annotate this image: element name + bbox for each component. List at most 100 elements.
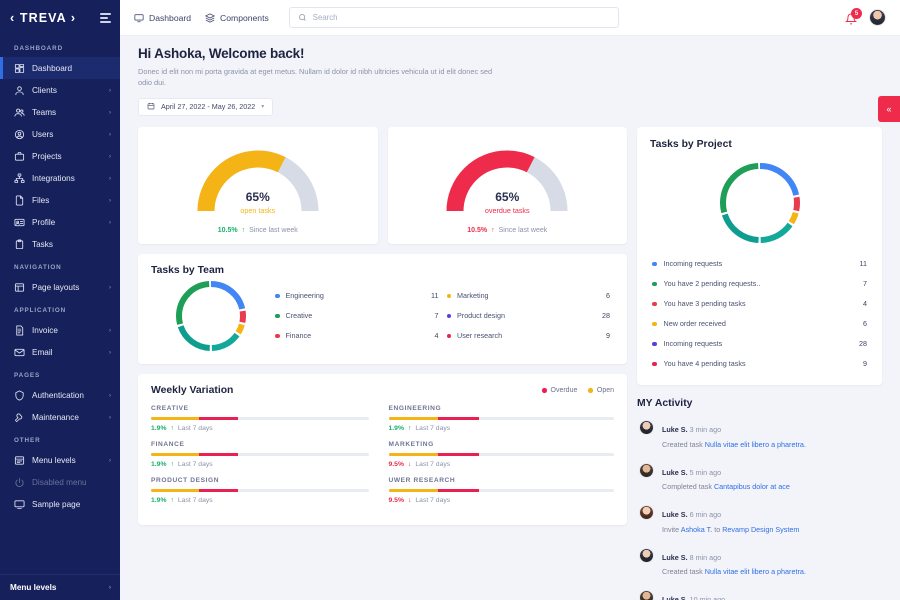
sidebar-caption-pages: PAGES [0,363,120,384]
activity-text: Luke S. 5 min ago Completed task Cantapib… [662,462,880,492]
activity-item[interactable]: Luke S. 6 min agoInvite Ashoka T. to Rev… [637,498,882,541]
legend-column-left: Engineering11Creative7Finance4 [275,286,443,346]
tasks-by-project-donut-chart [650,162,869,244]
weekly-progress-bar [389,489,615,492]
activity-link[interactable]: Ashoka T. [681,525,712,534]
weekly-legend-item: Open [588,387,614,394]
topbar-link-components[interactable]: Components [205,13,269,23]
activity-link[interactable]: Nulla vitae elit libero a pharetra. [705,440,806,449]
tasks-by-project-card: Tasks by Project Incoming requests11You … [637,127,882,385]
sidebar-item-authentication[interactable]: Authentication› [0,384,120,406]
sidebar-item-label: Sample page [32,500,111,509]
sidebar-item-tasks[interactable]: Tasks [0,233,120,255]
legend-label: You have 4 pending tasks [664,359,857,368]
bar-segment-overdue [199,489,238,492]
sidebar-toggle-icon[interactable] [100,13,111,23]
avatar[interactable] [869,9,886,26]
activity-time: 10 min ago [690,595,726,600]
activity-meta: Luke S. 8 min ago [662,553,721,562]
sidebar-item-label: Page layouts [32,283,102,292]
legend-label: Open [597,387,614,394]
sidebar-item-dashboard[interactable]: Dashboard [0,57,120,79]
legend-color-dot [652,262,657,267]
weekly-variation-card: Weekly Variation OverdueOpen CREATIVE1.9… [138,374,627,525]
chevron-right-icon: › [109,284,111,291]
legend-color-dot [588,388,593,393]
chevron-right-icon: › [109,109,111,116]
chevron-right-icon: › [109,414,111,421]
legend-label: Incoming requests [664,259,853,268]
weekly-item-period: Last 7 days [178,461,213,468]
search-box[interactable] [289,7,619,28]
trend-arrow-icon: ↓ [408,497,411,504]
sidebar-item-menu-levels[interactable]: Menu levels› [0,449,120,471]
sidebar-footer-menu-levels[interactable]: Menu levels › [0,574,120,600]
sidebar-item-clients[interactable]: Clients› [0,79,120,101]
bar-segment-open [389,453,439,456]
activity-link-2[interactable]: Revamp Design System [722,525,799,534]
weekly-variation-title: Weekly Variation [151,385,233,396]
activity-item[interactable]: Luke S. 10 min agoCompleted task Cantapi… [637,583,882,600]
avatar [639,420,654,435]
trend-arrow-icon: ↑ [171,425,174,432]
gauge-label: open tasks [189,206,327,215]
gauge-delta: 10.5% [218,227,238,234]
sidebar-caption-application: APPLICATION [0,298,120,319]
page-content: Hi Ashoka, Welcome back! Donec id elit n… [120,36,900,600]
sidebar-item-label: Clients [32,86,102,95]
legend-item: You have 3 pending tasks4 [650,294,869,314]
legend-value: 9 [606,331,610,340]
sidebar-item-files[interactable]: Files› [0,189,120,211]
activity-description: Completed task Cantapibus dolor at ace [662,482,880,491]
tasks-by-team-legend: Engineering11Creative7Finance4 Marketing… [271,286,614,346]
sidebar-item-profile[interactable]: Profile› [0,211,120,233]
weekly-variation-header: Weekly Variation OverdueOpen [151,385,614,396]
sidebar-item-projects[interactable]: Projects› [0,145,120,167]
topbar-right: 5 [845,9,886,26]
legend-label: Incoming requests [664,339,853,348]
activity-item[interactable]: Luke S. 8 min agoCreated task Nulla vita… [637,540,882,583]
monitor-icon [14,499,25,510]
legend-value: 7 [863,279,867,288]
power-icon [14,477,25,488]
activity-meta: Luke S. 3 min ago [662,425,721,434]
activity-user: Luke S. [662,595,688,600]
activity-item[interactable]: Luke S. 5 min ago Completed task Cantapib… [637,455,882,498]
date-range-picker[interactable]: April 27, 2022 - May 26, 2022 ▾ [138,98,273,116]
activity-item[interactable]: Luke S. 3 min ago Created task Nulla vita… [637,413,882,456]
sidebar-item-page-layouts[interactable]: Page layouts › [0,276,120,298]
topbar-link-dashboard[interactable]: Dashboard [134,13,191,23]
search-input[interactable] [313,13,610,22]
sidebar-item-label: Email [32,348,102,357]
sidebar-item-email[interactable]: Email› [0,341,120,363]
weekly-item-footer: 1.9%↑Last 7 days [151,461,369,468]
activity-link[interactable]: Cantapibus dolor at ace [714,482,790,491]
activity-action: Invite [662,525,679,534]
sidebar-item-users[interactable]: Users› [0,123,120,145]
sidebar-item-sample-page[interactable]: Sample page [0,493,120,515]
sidebar-item-maintenance[interactable]: Maintenance› [0,406,120,428]
legend-item: Engineering11 [275,286,443,306]
legend-label: Finance [286,331,429,340]
legend-item: You have 2 pending requests..7 [650,274,869,294]
weekly-item-footer: 9.5%↓Last 7 days [389,497,615,504]
legend-value: 6 [863,319,867,328]
brand-logo[interactable]: ‹ TREVA › [10,11,76,25]
collapse-panel-button[interactable]: « [878,96,900,122]
sidebar-item-teams[interactable]: Teams› [0,101,120,123]
legend-item: You have 4 pending tasks9 [650,354,869,374]
tasks-by-project-title: Tasks by Project [650,139,869,150]
legend-value: 28 [602,311,610,320]
sidebar-item-invoice[interactable]: Invoice› [0,319,120,341]
activity-description: Invite Ashoka T. to Revamp Design System [662,525,880,534]
sidebar-item-integrations[interactable]: Integrations› [0,167,120,189]
weekly-item-label: FINANCE [151,441,369,448]
bar-segment-open [151,417,199,420]
avatar [639,590,654,600]
notifications-button[interactable]: 5 [845,10,858,25]
activity-meta: Luke S. 5 min ago [662,468,721,477]
activity-link[interactable]: Nulla vitae elit libero a pharetra. [705,567,806,576]
chevron-right-icon: › [109,457,111,464]
activity-description: Created task Nulla vitae elit libero a p… [662,440,880,449]
weekly-item-label: MARKETING [389,441,615,448]
